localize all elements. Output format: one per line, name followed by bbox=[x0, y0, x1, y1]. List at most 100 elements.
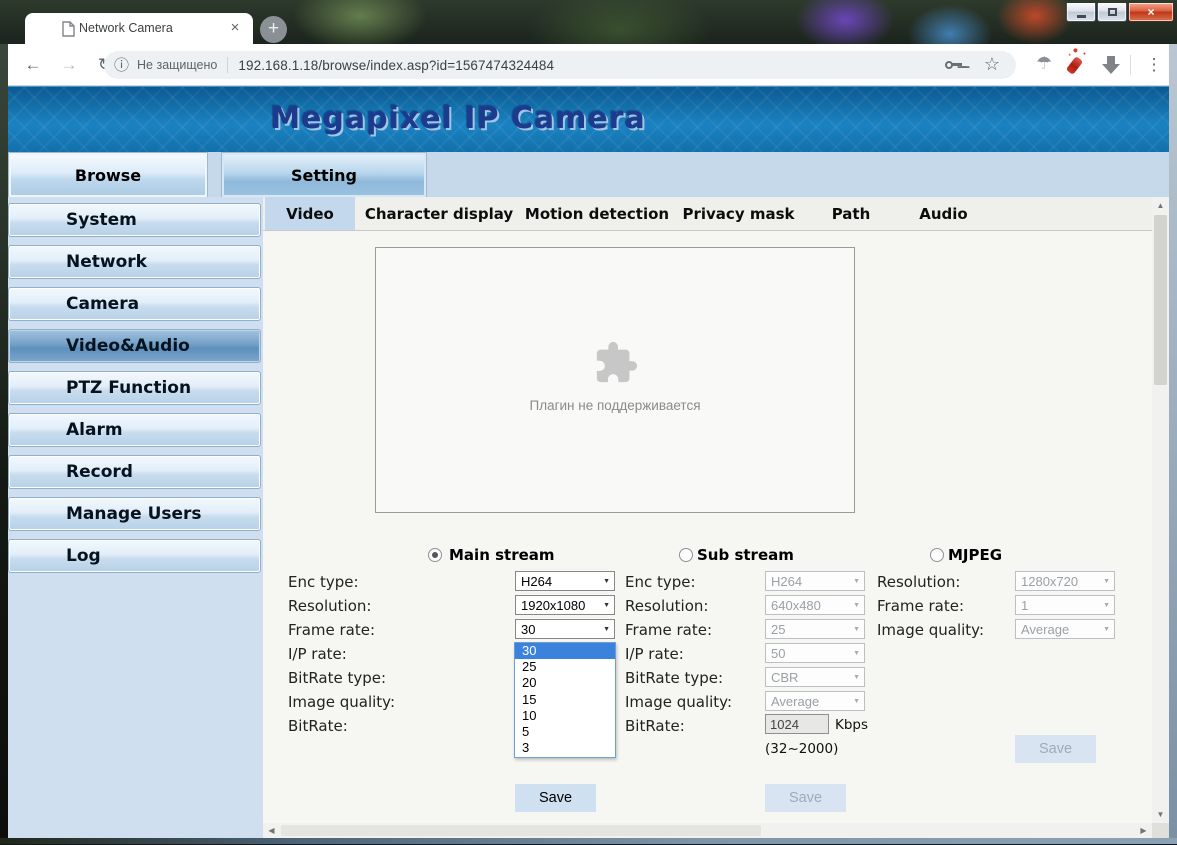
sidebar-item-video-audio[interactable]: Video&Audio bbox=[8, 329, 261, 363]
close-window-button[interactable]: × bbox=[1128, 3, 1174, 22]
maximize-icon bbox=[1108, 8, 1117, 16]
page-favicon-icon bbox=[61, 21, 75, 37]
tab-motion-detection[interactable]: Motion detection bbox=[523, 197, 671, 230]
scroll-left-icon[interactable]: ◀ bbox=[263, 823, 280, 838]
browser-window: × Network Camera × + ← → ↻ ⓘ Не защищено… bbox=[0, 0, 1177, 845]
radio-sub-stream-label[interactable]: Sub stream bbox=[697, 546, 794, 564]
tab-character-display[interactable]: Character display bbox=[355, 197, 523, 230]
radio-sub-stream[interactable] bbox=[679, 548, 693, 562]
bookmark-star-icon[interactable]: ☆ bbox=[984, 54, 1000, 75]
radio-mjpeg[interactable] bbox=[930, 548, 944, 562]
main-enc-type-label: Enc type: bbox=[288, 573, 359, 591]
sub-enc-type-select: H264 ▼ bbox=[765, 571, 865, 591]
sidebar-item-manage-users[interactable]: Manage Users bbox=[8, 497, 261, 531]
close-window-icon: × bbox=[1147, 5, 1154, 19]
address-bar[interactable]: ⓘ Не защищено 192.168.1.18/browse/index.… bbox=[104, 51, 1016, 79]
sub-bitrate-type-label: BitRate type: bbox=[625, 669, 723, 687]
back-button[interactable]: ← bbox=[18, 50, 48, 80]
sidebar-item-alarm[interactable]: Alarm bbox=[8, 413, 261, 447]
frame-rate-option-5[interactable]: 5 bbox=[515, 724, 615, 740]
save-button-main-stream[interactable]: Save bbox=[515, 784, 596, 812]
firecracker-extension-icon[interactable] bbox=[1066, 56, 1084, 75]
plus-icon: + bbox=[268, 18, 279, 39]
tab-close-icon[interactable]: × bbox=[226, 19, 244, 37]
sub-resolution-label: Resolution: bbox=[625, 597, 708, 615]
dropdown-arrow-icon: ▼ bbox=[853, 698, 860, 706]
sidebar-item-ptz-function[interactable]: PTZ Function bbox=[8, 371, 261, 405]
minimize-button[interactable] bbox=[1066, 3, 1096, 22]
maximize-button[interactable] bbox=[1097, 3, 1127, 22]
mjpeg-resolution-label: Resolution: bbox=[877, 573, 960, 591]
sidebar-item-record[interactable]: Record bbox=[8, 455, 261, 489]
sub-enc-type-label: Enc type: bbox=[625, 573, 696, 591]
download-arrow-extension-icon[interactable] bbox=[1102, 56, 1120, 74]
window-frame-right bbox=[1169, 44, 1177, 838]
main-nav-band: Browse Setting bbox=[8, 152, 1169, 197]
radio-main-stream[interactable] bbox=[428, 548, 442, 562]
vertical-scrollbar-thumb[interactable] bbox=[1154, 215, 1167, 385]
scroll-up-icon[interactable]: ▲ bbox=[1152, 197, 1169, 214]
horizontal-scrollbar-thumb[interactable] bbox=[281, 825, 761, 836]
dropdown-arrow-icon: ▼ bbox=[853, 602, 860, 610]
vertical-scrollbar[interactable]: ▲ ▼ bbox=[1152, 197, 1169, 823]
mjpeg-image-quality-label: Image quality: bbox=[877, 621, 984, 639]
main-resolution-value: 1920x1080 bbox=[521, 598, 585, 613]
scroll-right-icon[interactable]: ▶ bbox=[1135, 823, 1152, 838]
sub-enc-type-value: H264 bbox=[771, 574, 802, 589]
dropdown-arrow-icon: ▼ bbox=[1103, 626, 1110, 634]
new-tab-button[interactable]: + bbox=[260, 16, 287, 43]
dropdown-arrow-icon: ▼ bbox=[1103, 602, 1110, 610]
sidebar-item-network[interactable]: Network bbox=[8, 245, 261, 279]
umbrella-extension-icon[interactable]: ☂ bbox=[1036, 53, 1052, 74]
sub-bitrate-unit: Kbps bbox=[835, 717, 868, 733]
scrollbar-corner bbox=[1152, 823, 1169, 838]
horizontal-scrollbar[interactable]: ◀ ▶ bbox=[263, 823, 1152, 838]
main-frame-rate-select[interactable]: 30 ▼ bbox=[515, 619, 615, 639]
dropdown-arrow-icon: ▼ bbox=[603, 578, 610, 586]
forward-button[interactable]: → bbox=[54, 50, 84, 80]
radio-main-stream-label[interactable]: Main stream bbox=[449, 546, 555, 564]
main-resolution-select[interactable]: 1920x1080 ▼ bbox=[515, 595, 615, 615]
mjpeg-image-quality-value: Average bbox=[1021, 622, 1069, 637]
dropdown-arrow-icon: ▼ bbox=[853, 578, 860, 586]
save-button-mjpeg: Save bbox=[1015, 735, 1096, 763]
toolbar-separator bbox=[1130, 55, 1131, 75]
site-title: Megapixel IP Camera bbox=[8, 101, 908, 136]
browser-menu-icon[interactable]: ⋮ bbox=[1142, 50, 1166, 80]
site-info-icon[interactable]: ⓘ bbox=[114, 58, 129, 73]
nav-tab-setting[interactable]: Setting bbox=[221, 152, 427, 197]
sidebar-item-system[interactable]: System bbox=[8, 203, 261, 237]
tab-privacy-mask[interactable]: Privacy mask bbox=[671, 197, 806, 230]
frame-rate-option-30[interactable]: 30 bbox=[515, 643, 615, 659]
main-bitrate-label: BitRate: bbox=[288, 717, 348, 735]
sub-bitrate-input bbox=[765, 714, 829, 734]
tab-path[interactable]: Path bbox=[806, 197, 896, 230]
mjpeg-resolution-select: 1280x720 ▼ bbox=[1015, 571, 1115, 591]
radio-mjpeg-label[interactable]: MJPEG bbox=[948, 546, 1002, 564]
url-separator bbox=[227, 57, 228, 73]
tab-audio[interactable]: Audio bbox=[896, 197, 991, 230]
frame-rate-option-15[interactable]: 15 bbox=[515, 692, 615, 708]
main-frame-rate-value: 30 bbox=[521, 622, 535, 637]
scroll-down-icon[interactable]: ▼ bbox=[1152, 806, 1169, 823]
tab-video[interactable]: Video bbox=[265, 197, 355, 230]
sidebar-item-log[interactable]: Log bbox=[8, 539, 261, 573]
browser-tab[interactable]: Network Camera × bbox=[25, 13, 253, 44]
nav-tab-browse[interactable]: Browse bbox=[8, 152, 208, 197]
main-enc-type-select[interactable]: H264 ▼ bbox=[515, 571, 615, 591]
sub-ip-rate-label: I/P rate: bbox=[625, 645, 684, 663]
dropdown-arrow-icon: ▼ bbox=[853, 674, 860, 682]
password-key-icon[interactable] bbox=[944, 55, 964, 75]
sub-resolution-value: 640x480 bbox=[771, 598, 821, 613]
sub-frame-rate-label: Frame rate: bbox=[625, 621, 712, 639]
sidebar-item-camera[interactable]: Camera bbox=[8, 287, 261, 321]
url-text[interactable]: 192.168.1.18/browse/index.asp?id=1567474… bbox=[238, 58, 554, 73]
main-enc-type-value: H264 bbox=[521, 574, 552, 589]
sub-frame-rate-select: 25 ▼ bbox=[765, 619, 865, 639]
dropdown-arrow-icon: ▼ bbox=[1103, 578, 1110, 586]
frame-rate-option-3[interactable]: 3 bbox=[515, 740, 615, 756]
download-arrow-head bbox=[1102, 64, 1120, 74]
frame-rate-option-25[interactable]: 25 bbox=[515, 659, 615, 675]
frame-rate-option-20[interactable]: 20 bbox=[515, 675, 615, 691]
frame-rate-option-10[interactable]: 10 bbox=[515, 708, 615, 724]
